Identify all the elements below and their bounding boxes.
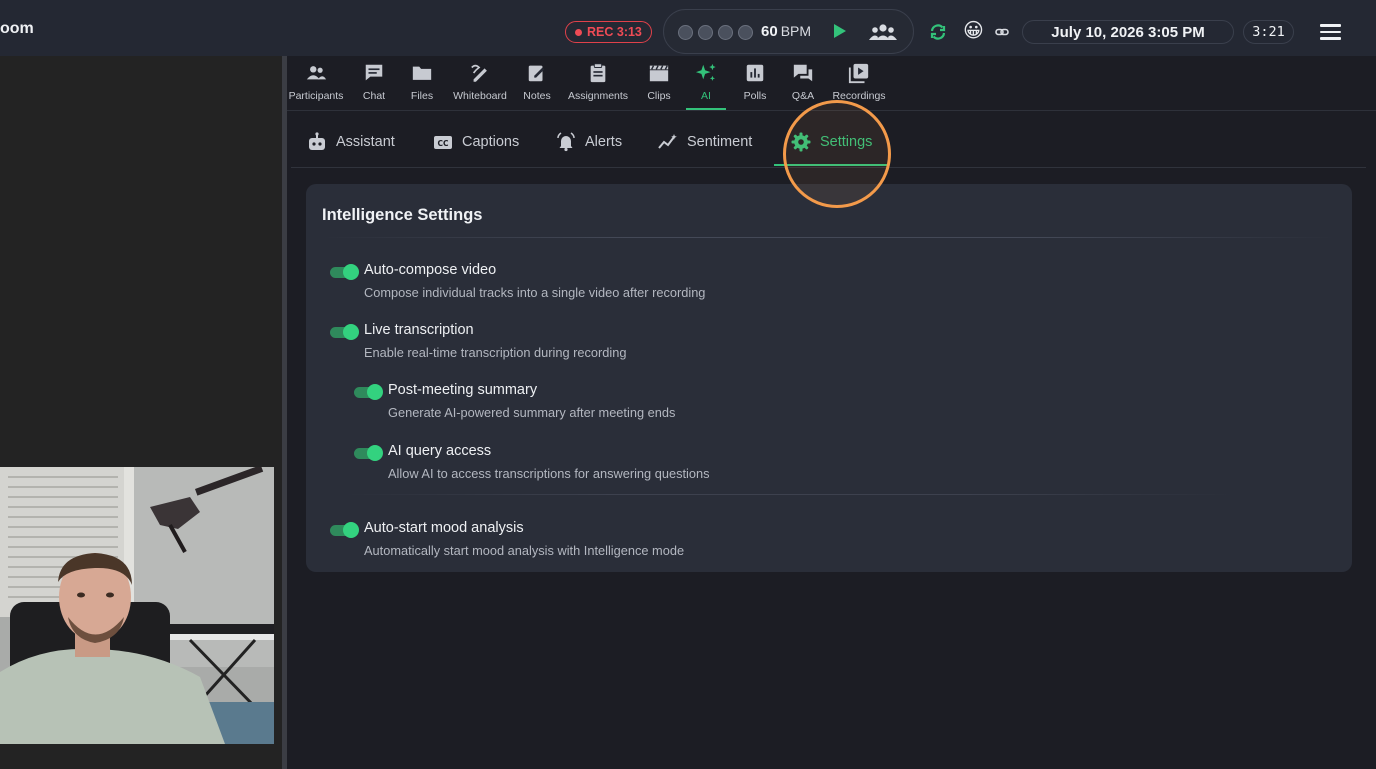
tab-label: Captions — [462, 134, 520, 150]
tool-chat[interactable]: Chat — [360, 62, 388, 110]
tab-settings[interactable]: Settings — [791, 132, 872, 152]
setting-title: Auto-compose video — [364, 262, 497, 278]
tool-label: Polls — [743, 90, 767, 102]
setting-description: Allow AI to access transcriptions for an… — [388, 466, 710, 481]
tool-qa[interactable]: Q&A — [789, 62, 817, 110]
setting-title: Post-meeting summary — [388, 382, 538, 398]
tab-assistant[interactable]: Assistant — [307, 132, 395, 152]
setting-title: AI query access — [388, 443, 492, 459]
active-tab-indicator — [774, 164, 887, 166]
tool-participants[interactable]: Participants — [286, 62, 346, 110]
tool-assignments[interactable]: Assignments — [565, 62, 631, 110]
divider — [322, 237, 1336, 238]
setting-description: Automatically start mood analysis with I… — [364, 543, 685, 558]
tool-label: AI — [701, 90, 711, 102]
tool-label: Assignments — [567, 90, 629, 102]
top-bar: oom REC 3:13 60 BPM 😀 July 10, 2026 3:05 … — [0, 0, 1376, 56]
tool-label: Recordings — [832, 90, 886, 102]
tool-label: Files — [410, 90, 434, 102]
svg-text:CC: CC — [437, 139, 449, 148]
bpm-value: 60 — [761, 23, 778, 40]
setting-description: Enable real-time transcription during re… — [364, 345, 627, 360]
recordings-icon — [848, 63, 869, 84]
divider — [344, 494, 1234, 495]
tool-label: Chat — [362, 90, 386, 102]
clapperboard-icon — [649, 65, 669, 82]
tab-label: Alerts — [585, 134, 623, 150]
tool-label: Q&A — [791, 90, 815, 102]
setting-title: Auto-start mood analysis — [364, 520, 524, 536]
ai-subtabs: Assistant CC Captions Alerts Sentiment S… — [291, 118, 1366, 168]
sentiment-trend-icon — [658, 134, 677, 149]
play-icon[interactable] — [834, 24, 846, 38]
intelligence-settings-card: Intelligence Settings Auto-compose video… — [306, 184, 1352, 572]
tab-label: Settings — [820, 134, 873, 150]
tool-clips[interactable]: Clips — [645, 62, 673, 110]
tool-files[interactable]: Files — [409, 62, 435, 110]
tool-label: Clips — [647, 90, 671, 102]
tool-polls[interactable]: Polls — [741, 62, 769, 110]
room-title: oom — [0, 20, 34, 37]
tool-recordings[interactable]: Recordings — [830, 62, 888, 110]
tool-ai[interactable]: AI — [686, 62, 726, 110]
closed-captions-icon: CC — [434, 136, 452, 149]
tool-label: Participants — [288, 90, 344, 102]
gear-icon — [791, 132, 811, 152]
record-dot-icon — [575, 28, 582, 36]
beat-indicator — [738, 25, 753, 40]
chat-icon — [365, 64, 383, 81]
webcam-feed-image — [0, 467, 274, 744]
post-meeting-summary-toggle[interactable] — [354, 384, 383, 400]
folder-icon — [412, 66, 432, 80]
tab-captions[interactable]: CC Captions — [433, 132, 519, 152]
bpm-unit: BPM — [780, 23, 812, 39]
tab-label: Sentiment — [687, 134, 753, 150]
setting-description: Generate AI-powered summary after meetin… — [388, 405, 676, 420]
pane-resize-handle[interactable] — [282, 56, 287, 769]
tab-sentiment[interactable]: Sentiment — [658, 132, 752, 152]
beat-indicator — [698, 25, 713, 40]
whiteboard-icon — [471, 64, 487, 82]
poll-icon — [746, 64, 764, 82]
recording-badge[interactable]: REC 3:13 — [565, 21, 652, 43]
metronome: 60 BPM — [663, 9, 914, 54]
beat-indicator — [718, 25, 733, 40]
clipboard-icon — [590, 63, 606, 83]
beat-indicator — [678, 25, 693, 40]
datetime-display: July 10, 2026 3:05 PM — [1022, 20, 1234, 44]
setting-description: Compose individual tracks into a single … — [364, 285, 706, 300]
card-title: Intelligence Settings — [322, 206, 483, 224]
session-timer: 3:21 — [1243, 20, 1294, 44]
ai-query-access-toggle[interactable] — [354, 445, 383, 461]
tool-bar: Participants Chat Files Whiteboard Notes — [287, 56, 1376, 111]
tool-label: Notes — [523, 90, 551, 102]
sparkles-icon — [695, 63, 716, 81]
group-icon[interactable] — [869, 22, 897, 42]
sync-icon[interactable] — [928, 22, 948, 42]
robot-icon — [309, 132, 325, 150]
recording-label: REC 3:13 — [587, 25, 642, 39]
hamburger-menu-icon[interactable] — [1320, 24, 1341, 40]
tab-label: Assistant — [336, 134, 395, 150]
tab-alerts[interactable]: Alerts — [556, 132, 622, 152]
emoji-reaction-icon[interactable]: 😀 — [963, 20, 984, 42]
auto-compose-toggle[interactable] — [330, 264, 359, 280]
tool-notes[interactable]: Notes — [522, 62, 552, 110]
bpm-readout[interactable]: 60 BPM — [761, 23, 811, 40]
participants-icon — [306, 66, 327, 80]
tool-label: Whiteboard — [453, 90, 507, 102]
qa-icon — [793, 64, 813, 82]
participant-video-tile[interactable] — [0, 467, 274, 744]
tool-whiteboard[interactable]: Whiteboard — [450, 62, 510, 110]
link-icon[interactable] — [995, 25, 1009, 39]
live-transcription-toggle[interactable] — [330, 324, 359, 340]
notes-icon — [528, 65, 545, 82]
mood-analysis-toggle[interactable] — [330, 522, 359, 538]
setting-title: Live transcription — [364, 322, 474, 338]
bell-alert-icon — [557, 132, 575, 152]
